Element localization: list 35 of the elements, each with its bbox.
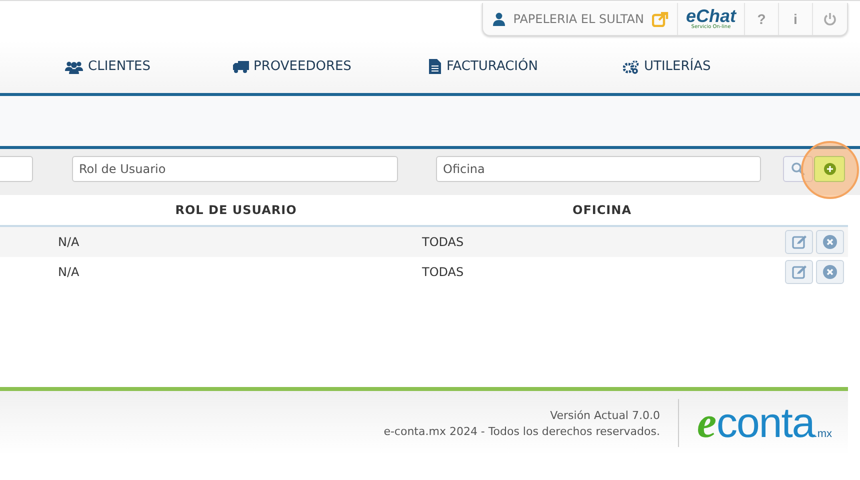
user-icon <box>493 12 506 26</box>
power-icon <box>823 12 837 26</box>
filter-field[interactable]: Rol de Usuario <box>72 156 398 182</box>
close-icon <box>823 265 837 279</box>
search-button[interactable] <box>783 156 813 182</box>
plus-icon <box>824 163 836 175</box>
column-header: OFICINA <box>572 203 632 217</box>
delete-button[interactable] <box>816 260 844 284</box>
add-button[interactable] <box>814 156 845 182</box>
company-name[interactable]: PAPELERIA EL SULTAN <box>513 12 644 26</box>
nav-link[interactable]: FACTURACIÓN <box>429 59 538 74</box>
nav-link[interactable]: UTILERÍAS <box>622 59 711 74</box>
external-link-icon[interactable] <box>652 12 669 26</box>
edit-button[interactable] <box>785 260 813 284</box>
truck-icon <box>232 60 248 73</box>
delete-button[interactable] <box>816 230 844 254</box>
version-text: Versión Actual 7.0.0 <box>550 408 660 422</box>
close-icon <box>823 235 837 249</box>
filter-field[interactable]: Oficina <box>436 156 761 182</box>
document-icon <box>429 59 442 74</box>
copyright-text: e-conta.mx 2024 - Todos los derechos reservados. <box>384 424 660 438</box>
edit-icon <box>792 265 806 279</box>
table-cell: TODAS <box>422 265 464 279</box>
edit-icon <box>792 235 806 249</box>
table-cell: N/A <box>58 235 80 249</box>
column-header: ROL DE USUARIO <box>174 203 298 217</box>
nav-link[interactable]: CLIENTES <box>65 59 150 74</box>
nav-link[interactable]: PROVEEDORES <box>232 59 352 74</box>
users-icon <box>65 60 83 74</box>
edit-button[interactable] <box>785 230 813 254</box>
table-cell: TODAS <box>422 235 464 249</box>
brand-logo: econta.mx <box>696 401 832 445</box>
search-icon <box>791 162 805 176</box>
gears-icon <box>622 60 639 74</box>
table-cell: N/A <box>58 265 80 279</box>
